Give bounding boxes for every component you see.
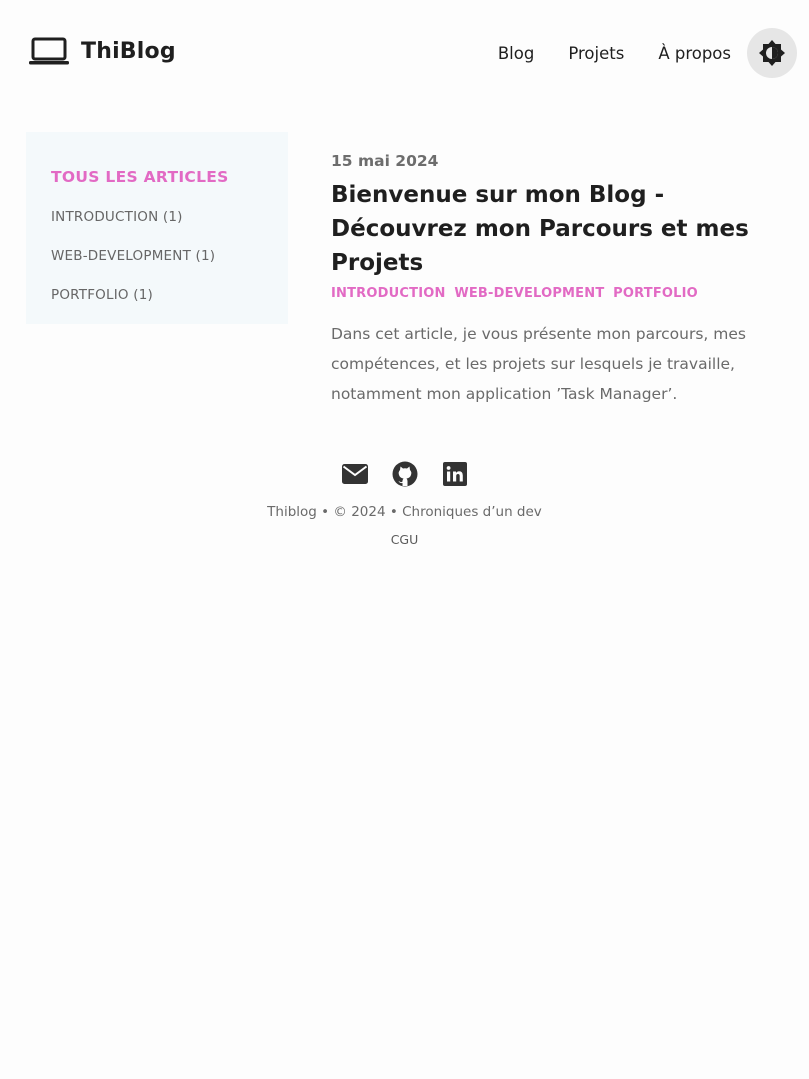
home-logo-link[interactable]: ThiBlog [29,36,176,66]
main-nav: Blog Projets À propos [498,28,797,78]
article-title[interactable]: Bienvenue sur mon Blog - Découvrez mon P… [331,178,791,280]
theme-toggle-button[interactable] [747,28,797,78]
github-link[interactable] [392,461,418,487]
tag-web-development[interactable]: WEB-DEVELOPMENT [454,286,604,301]
category-web-development[interactable]: WEB-DEVELOPMENT (1) [51,248,215,287]
cgu-link[interactable]: CGU [391,532,419,547]
site-footer: Thiblog • © 2024 • Chroniques d’un dev C… [0,458,809,548]
category-introduction[interactable]: INTRODUCTION (1) [51,209,215,248]
article-excerpt: Dans cet article, je vous présente mon p… [331,325,746,403]
article-tags: INTRODUCTION WEB-DEVELOPMENT PORTFOLIO [331,286,791,301]
social-links [0,458,809,490]
contrast-icon [759,40,785,66]
category-list: INTRODUCTION (1) WEB-DEVELOPMENT (1) POR… [51,209,215,326]
nav-blog[interactable]: Blog [498,44,534,63]
copyright-text: Thiblog • © 2024 • Chroniques d’un dev [267,504,542,520]
linkedin-icon [442,462,467,486]
nav-a-propos[interactable]: À propos [658,44,731,63]
article-date: 15 mai 2024 [331,152,439,170]
site-header: ThiBlog Blog Projets À propos [0,0,809,106]
linkedin-link[interactable] [442,461,468,487]
github-icon [392,461,417,487]
tag-introduction[interactable]: INTRODUCTION [331,286,446,301]
laptop-icon [29,37,69,65]
all-articles-link[interactable]: TOUS LES ARTICLES [51,168,229,186]
categories-sidebar: TOUS LES ARTICLES INTRODUCTION (1) WEB-D… [26,132,288,324]
tag-portfolio[interactable]: PORTFOLIO [613,286,698,301]
nav-projets[interactable]: Projets [568,44,624,63]
site-brand: ThiBlog [81,38,176,64]
category-portfolio[interactable]: PORTFOLIO (1) [51,287,215,326]
article-card: 15 mai 2024 Bienvenue sur mon Blog - Déc… [331,152,791,425]
mail-icon [341,464,368,484]
mail-link[interactable] [341,461,368,487]
